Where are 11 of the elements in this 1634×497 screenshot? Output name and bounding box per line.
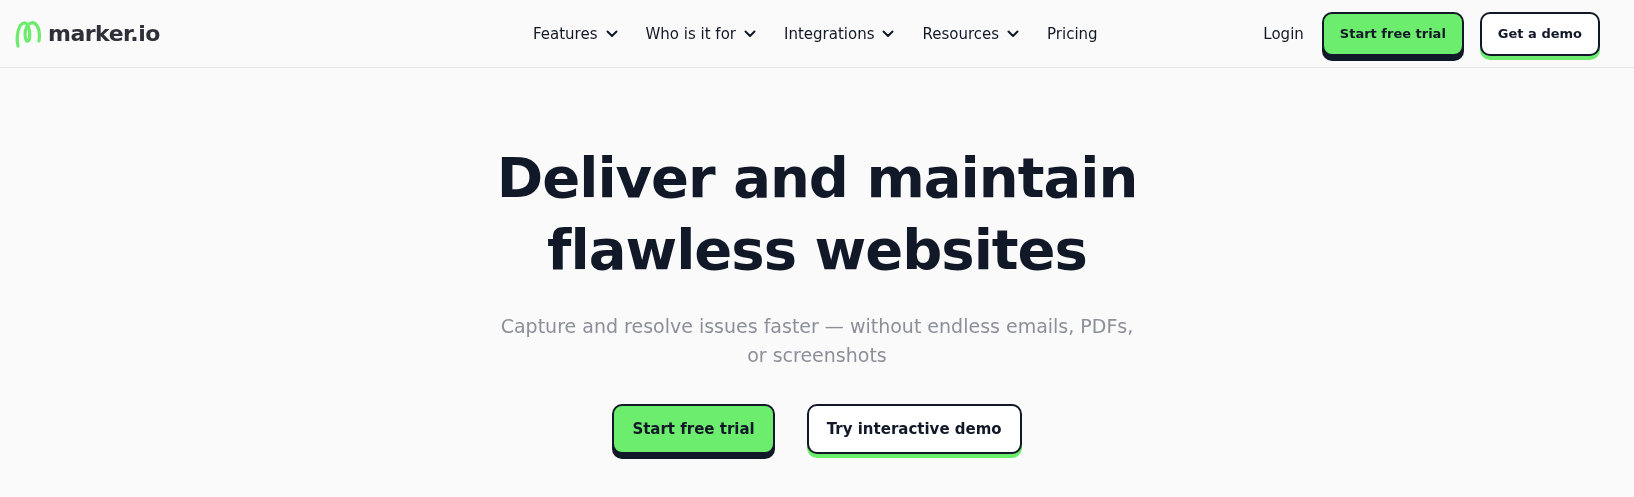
headline: flawless websites bbox=[547, 216, 1087, 284]
logo-text[interactable]: marker.io bbox=[48, 21, 160, 46]
headline: Deliver and maintain bbox=[496, 144, 1138, 212]
nav-item[interactable]: Who is it for bbox=[645, 25, 756, 43]
logo-icon bbox=[14, 18, 44, 49]
subtitle: Capture and resolve issues faster — without endless emails, PDFs, or screenshots bbox=[499, 314, 1135, 368]
nav-item[interactable]: Integrations bbox=[784, 25, 895, 43]
nav-item[interactable]: Resources bbox=[922, 25, 1020, 43]
nav-item[interactable]: Pricing bbox=[1047, 25, 1098, 43]
login-link[interactable]: Login bbox=[1263, 24, 1304, 43]
nav-item[interactable]: Features bbox=[533, 25, 618, 43]
